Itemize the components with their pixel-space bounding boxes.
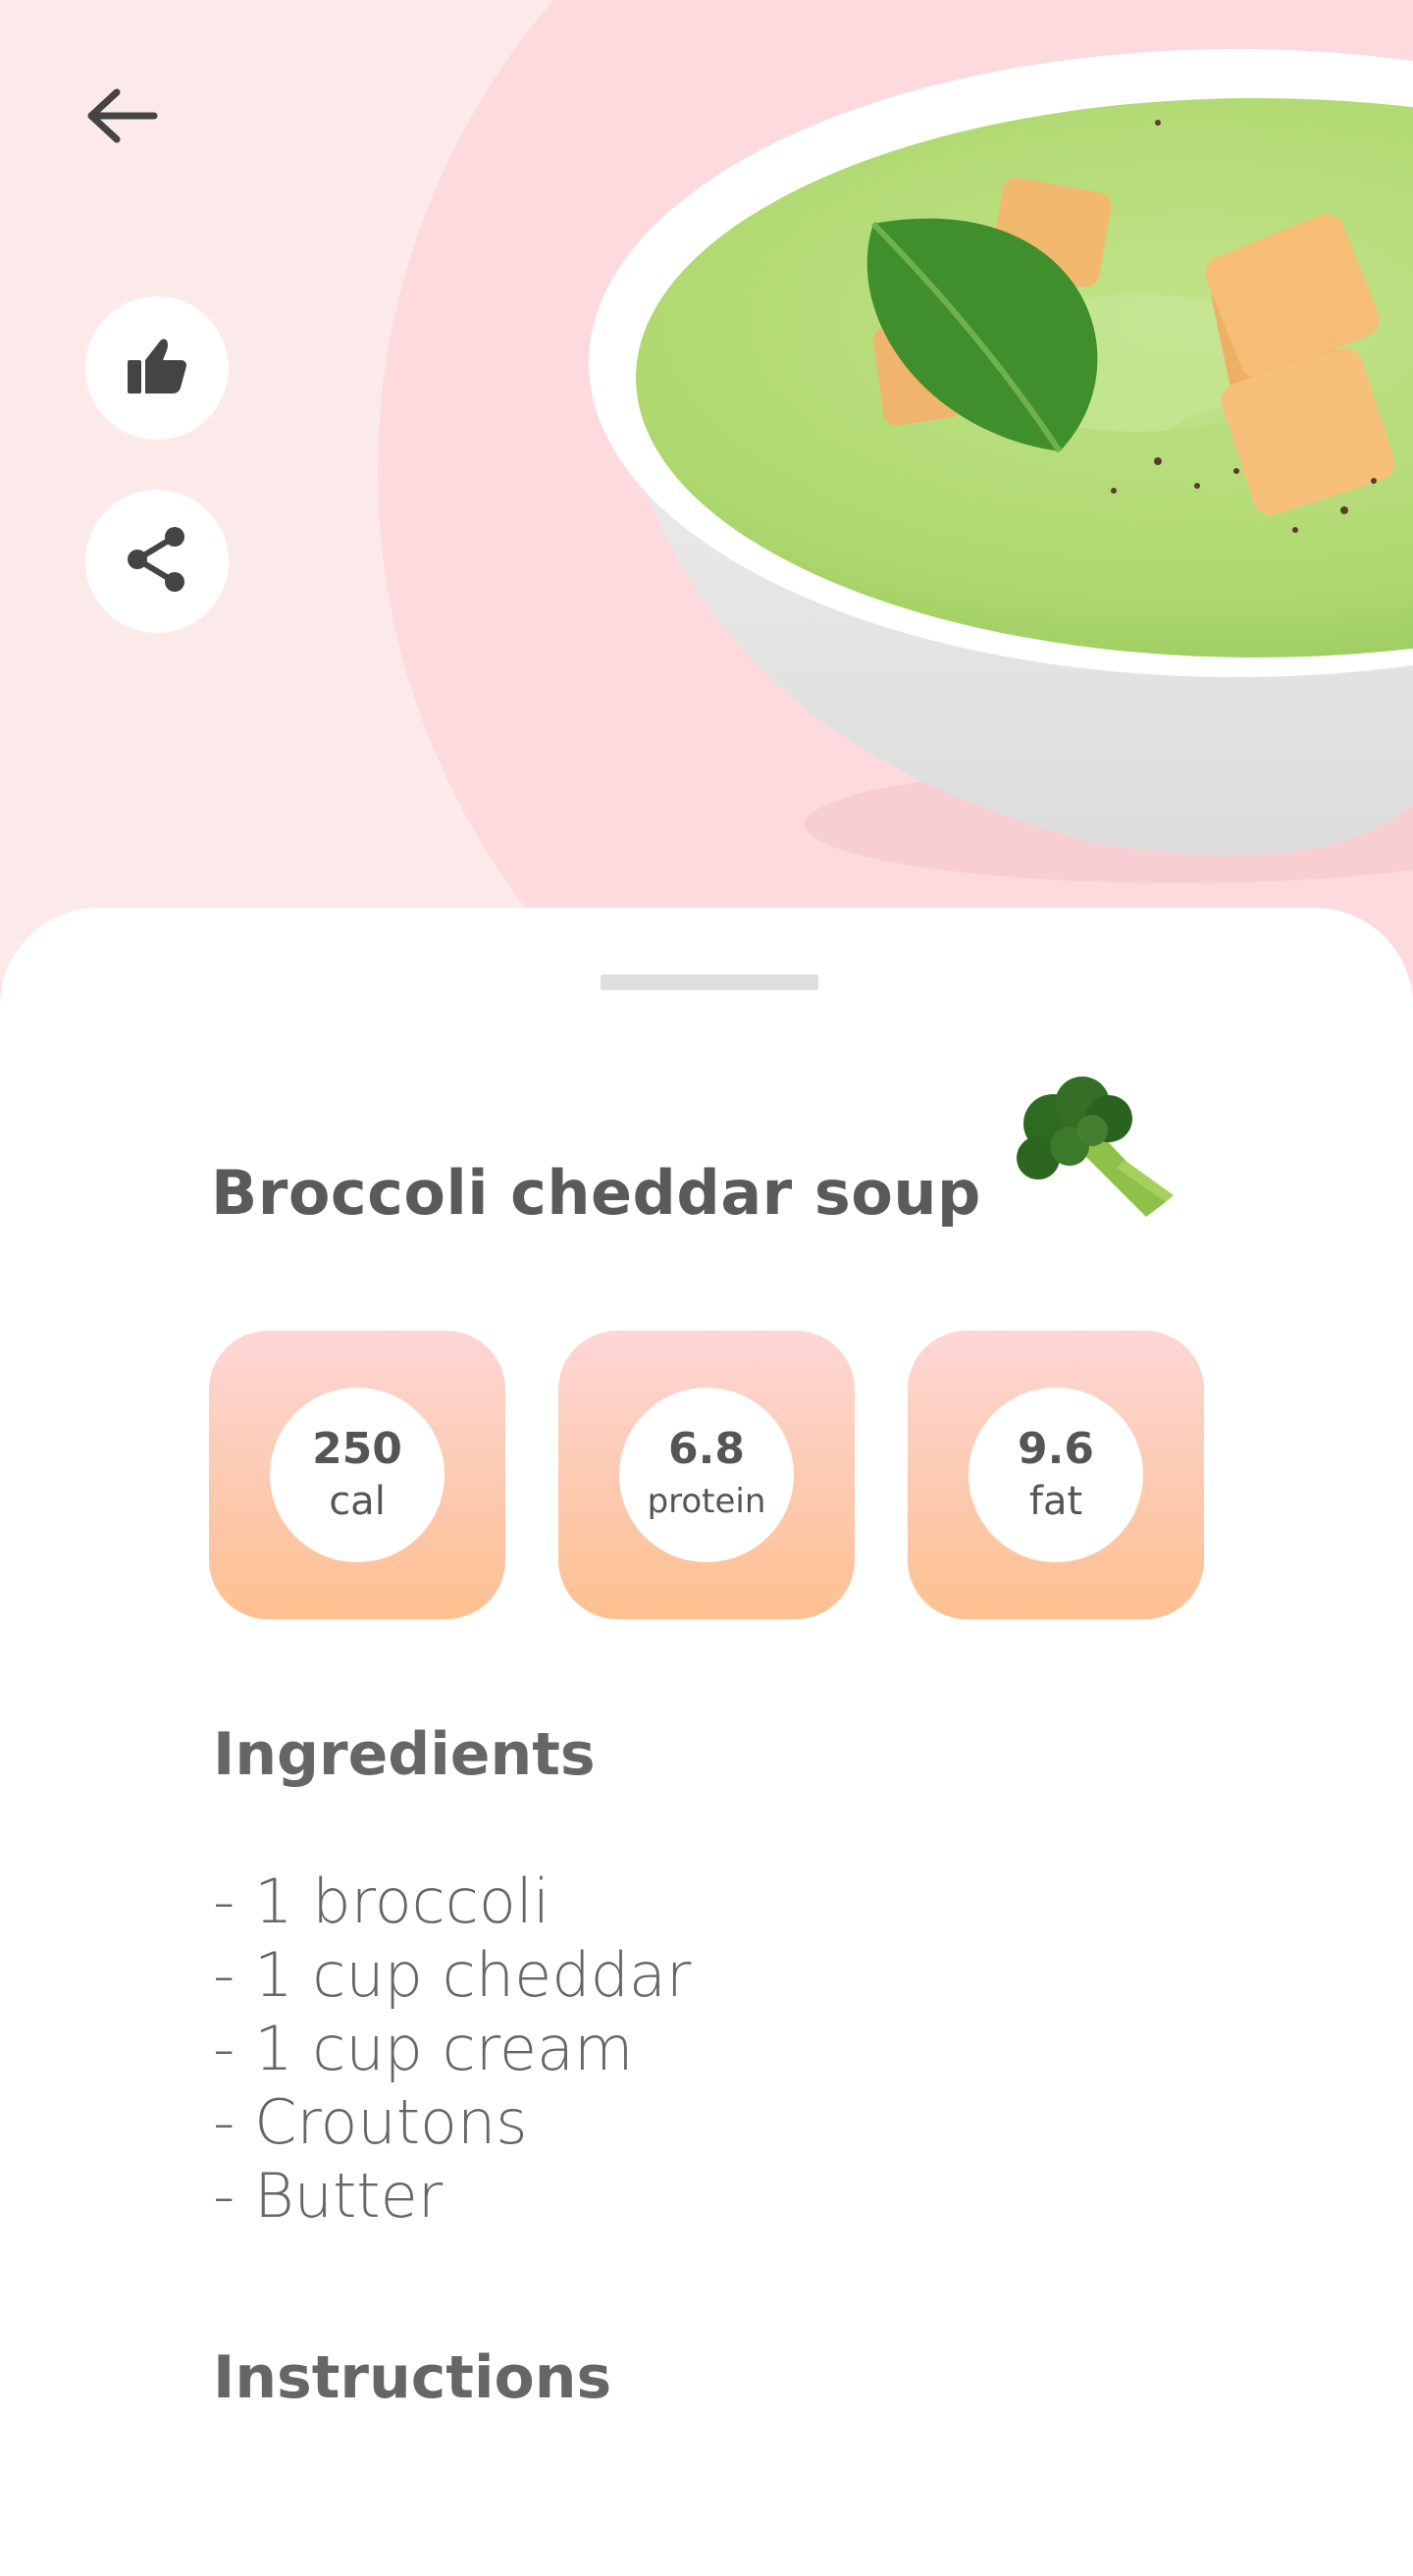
share-icon xyxy=(126,525,188,598)
share-button[interactable] xyxy=(85,490,229,633)
fat-unit: fat xyxy=(1028,1479,1083,1524)
soup-bowl-image xyxy=(589,49,1413,883)
ingredient-item: - Butter xyxy=(213,2160,444,2232)
fat-badge: 9.6 fat xyxy=(968,1388,1143,1562)
ingredient-item: - Croutons xyxy=(213,2086,528,2158)
recipe-details-sheet[interactable]: Broccoli cheddar soup 250 cal 6.8 protei… xyxy=(0,908,1413,2576)
ingredient-item: - 1 cup cream xyxy=(213,2013,634,2084)
recipe-title: Broccoli cheddar soup xyxy=(211,1157,981,1229)
drag-handle[interactable] xyxy=(601,974,818,990)
ingredient-item: - 1 cup cheddar xyxy=(213,1939,692,2011)
calories-badge: 250 cal xyxy=(270,1388,445,1562)
hero-section xyxy=(0,0,1413,981)
protein-card: 6.8 protein xyxy=(558,1331,855,1619)
ingredient-list: - 1 broccoli - 1 cup cheddar - 1 cup cre… xyxy=(213,1865,691,2233)
back-button[interactable] xyxy=(77,79,165,157)
ingredient-item: - 1 broccoli xyxy=(213,1866,550,1937)
protein-unit: protein xyxy=(647,1482,766,1521)
ingredients-heading: Ingredients xyxy=(213,1720,596,1789)
thumbs-up-icon xyxy=(126,337,188,399)
calories-unit: cal xyxy=(329,1479,386,1524)
fat-value: 9.6 xyxy=(1018,1424,1094,1474)
like-button[interactable] xyxy=(85,296,229,440)
calories-card: 250 cal xyxy=(209,1331,505,1619)
instructions-heading: Instructions xyxy=(213,2343,612,2412)
protein-value: 6.8 xyxy=(668,1424,745,1474)
arrow-left-icon xyxy=(83,88,158,147)
protein-badge: 6.8 protein xyxy=(619,1388,794,1562)
calories-value: 250 xyxy=(312,1424,402,1474)
fat-card: 9.6 fat xyxy=(908,1331,1204,1619)
broccoli-icon xyxy=(999,1070,1195,1232)
